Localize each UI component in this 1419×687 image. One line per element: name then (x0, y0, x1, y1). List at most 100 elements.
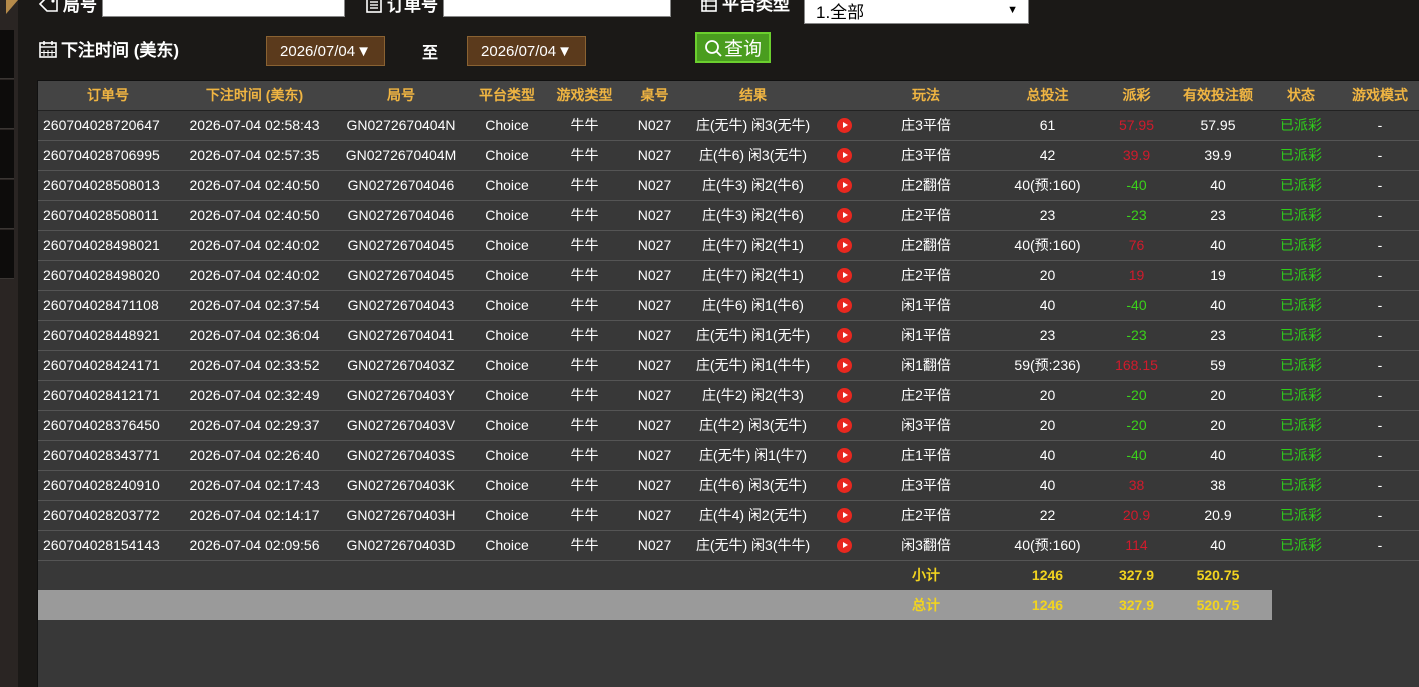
cell-status: 已派彩 (1272, 500, 1330, 531)
cell-payout: -40 (1109, 170, 1164, 201)
cell-round-id: GN02726704046 (331, 170, 471, 201)
cell-round-id: GN02726704045 (331, 260, 471, 291)
tag-icon (38, 0, 58, 12)
cell-status: 已派彩 (1272, 290, 1330, 321)
cell-table-id: N027 (626, 290, 683, 321)
cell-game-mode: - (1330, 380, 1419, 411)
col-bet-time[interactable]: 下注时间 (美东) (178, 81, 331, 111)
platform-select[interactable]: 1.全部 ▼ (804, 0, 1029, 24)
table-row[interactable]: 260704028343771 2026-07-04 02:26:40 GN0272… (38, 440, 1419, 471)
subtotal-tail (1272, 560, 1419, 590)
col-game-type[interactable]: 游戏类型 (543, 81, 626, 111)
table-row[interactable]: 260704028154143 2026-07-04 02:09:56 GN0272… (38, 530, 1419, 561)
play-icon[interactable] (837, 448, 852, 464)
cell-bet-time: 2026-07-04 02:36:04 (178, 320, 331, 351)
side-tab[interactable] (0, 30, 14, 79)
cell-valid-bet: 38 (1164, 470, 1272, 501)
col-table[interactable]: 桌号 (626, 81, 683, 111)
cell-order-id: 260704028508011 (38, 200, 178, 231)
cell-play-type: 庄3平倍 (866, 110, 986, 141)
play-icon[interactable] (837, 508, 852, 524)
table-row[interactable]: 260704028424171 2026-07-04 02:33:52 GN0272… (38, 350, 1419, 381)
col-status[interactable]: 状态 (1272, 81, 1330, 111)
play-icon[interactable] (837, 298, 852, 314)
play-icon[interactable] (837, 268, 852, 284)
col-result[interactable]: 结果 (683, 81, 823, 111)
cell-status: 已派彩 (1272, 350, 1330, 381)
cell-round-id: GN02726704046 (331, 200, 471, 231)
play-icon[interactable] (837, 358, 852, 374)
table-row[interactable]: 260704028508011 2026-07-04 02:40:50 GN0272… (38, 200, 1419, 231)
date-from-picker[interactable]: 2026/07/04 ▼ (266, 36, 385, 66)
cell-platform: Choice (471, 290, 543, 321)
cell-bet-time: 2026-07-04 02:26:40 (178, 440, 331, 471)
cell-play-type: 闲3翻倍 (866, 530, 986, 561)
table-row[interactable]: 260704028706995 2026-07-04 02:57:35 GN0272… (38, 140, 1419, 171)
cell-play-type: 闲1翻倍 (866, 350, 986, 381)
table-row[interactable]: 260704028498020 2026-07-04 02:40:02 GN0272… (38, 260, 1419, 291)
cell-valid-bet: 20 (1164, 380, 1272, 411)
play-icon[interactable] (837, 538, 852, 554)
cell-bet-time: 2026-07-04 02:32:49 (178, 380, 331, 411)
play-icon[interactable] (837, 178, 852, 194)
cell-valid-bet: 40 (1164, 230, 1272, 261)
cell-payout: 57.95 (1109, 110, 1164, 141)
table-row[interactable]: 260704028240910 2026-07-04 02:17:43 GN0272… (38, 470, 1419, 501)
play-icon[interactable] (837, 328, 852, 344)
side-tab[interactable] (0, 130, 14, 179)
play-icon[interactable] (837, 388, 852, 404)
platform-select-value: 1.全部 (816, 2, 865, 22)
col-game-mode[interactable]: 游戏模式 (1330, 81, 1419, 111)
calendar-icon (39, 40, 57, 58)
cell-status: 已派彩 (1272, 200, 1330, 231)
play-icon[interactable] (837, 478, 852, 494)
col-valid-bet[interactable]: 有效投注额 (1164, 81, 1272, 111)
col-play[interactable]: 玩法 (866, 81, 986, 111)
play-icon[interactable] (837, 148, 852, 164)
table-row[interactable]: 260704028448921 2026-07-04 02:36:04 GN0272… (38, 320, 1419, 351)
col-platform[interactable]: 平台类型 (471, 81, 543, 111)
order-input[interactable] (443, 0, 671, 17)
date-to-picker[interactable]: 2026/07/04 ▼ (467, 36, 586, 66)
cell-play-type: 闲1平倍 (866, 320, 986, 351)
col-order[interactable]: 订单号 (38, 81, 178, 111)
cell-result: 庄(无牛) 闲1(牛7) (683, 440, 823, 471)
cell-payout: 19 (1109, 260, 1164, 291)
cell-order-id: 260704028448921 (38, 320, 178, 351)
cell-status: 已派彩 (1272, 410, 1330, 441)
table-row[interactable]: 260704028508013 2026-07-04 02:40:50 GN0272… (38, 170, 1419, 201)
table-row[interactable]: 260704028471108 2026-07-04 02:37:54 GN0272… (38, 290, 1419, 321)
cell-game-mode: - (1330, 170, 1419, 201)
date-to-label: 至 (422, 45, 439, 62)
table-row[interactable]: 260704028720647 2026-07-04 02:58:43 GN0272… (38, 110, 1419, 141)
cell-round-id: GN0272670403H (331, 500, 471, 531)
play-icon[interactable] (837, 418, 852, 434)
cell-total-bet: 40 (986, 440, 1109, 471)
cell-bet-time: 2026-07-04 02:57:35 (178, 140, 331, 171)
table-row[interactable]: 260704028412171 2026-07-04 02:32:49 GN0272… (38, 380, 1419, 411)
cell-round-id: GN02726704043 (331, 290, 471, 321)
table-row[interactable]: 260704028203772 2026-07-04 02:14:17 GN0272… (38, 500, 1419, 531)
cell-platform: Choice (471, 380, 543, 411)
table-row[interactable]: 260704028376450 2026-07-04 02:29:37 GN0272… (38, 410, 1419, 441)
side-tab[interactable] (0, 180, 14, 229)
cell-replay (823, 290, 866, 321)
play-icon[interactable] (837, 118, 852, 134)
cell-valid-bet: 23 (1164, 320, 1272, 351)
cell-result: 庄(牛6) 闲3(无牛) (683, 470, 823, 501)
col-payout[interactable]: 派彩 (1109, 81, 1164, 111)
cell-table-id: N027 (626, 140, 683, 171)
side-tab[interactable] (0, 80, 14, 129)
cell-replay (823, 320, 866, 351)
col-total-bet[interactable]: 总投注 (986, 81, 1109, 111)
side-tab[interactable] (0, 230, 14, 279)
play-icon[interactable] (837, 208, 852, 224)
table-row[interactable]: 260704028498021 2026-07-04 02:40:02 GN0272… (38, 230, 1419, 261)
query-button[interactable]: 查询 (695, 32, 771, 63)
col-round[interactable]: 局号 (331, 81, 471, 111)
cell-game-type: 牛牛 (543, 140, 626, 171)
cell-order-id: 260704028240910 (38, 470, 178, 501)
play-icon[interactable] (837, 238, 852, 254)
round-label: 局号 (38, 0, 97, 16)
round-input[interactable] (102, 0, 345, 17)
